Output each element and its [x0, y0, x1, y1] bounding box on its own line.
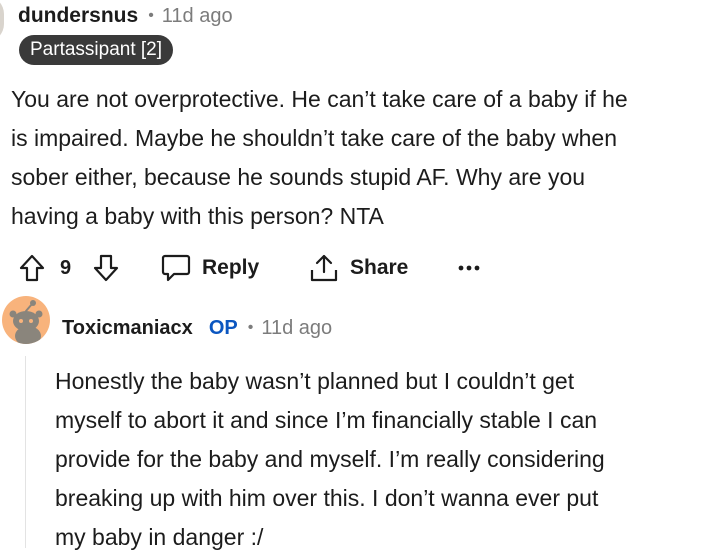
separator-dot: •	[247, 319, 254, 336]
comment-body: You are not overprotective. He can’t tak…	[11, 80, 713, 236]
downvote-arrow-icon	[93, 254, 119, 282]
downvote-button[interactable]	[92, 244, 120, 292]
comment-header: Toxicmaniacx OP • 11d ago	[62, 313, 332, 343]
comment-line: provide for the baby and myself. I’m rea…	[55, 446, 605, 472]
avatar[interactable]	[0, 0, 4, 42]
username-link[interactable]: dundersnus	[18, 4, 138, 28]
comment-actions: 9 Reply Share	[0, 244, 718, 292]
upvote-button[interactable]	[18, 244, 46, 292]
comment-line: breaking up with him over this. I don’t …	[55, 485, 599, 511]
comment-line: myself to abort it and since I’m financi…	[55, 407, 598, 433]
thread-line	[25, 356, 26, 548]
more-options-button[interactable]	[458, 244, 480, 292]
comment-line: my baby in danger :/	[55, 524, 264, 550]
share-upload-icon	[310, 254, 338, 282]
username-link[interactable]: Toxicmaniacx	[62, 317, 193, 340]
timestamp[interactable]: 11d ago	[162, 5, 233, 28]
comment-line: having a baby with this person? NTA	[11, 203, 384, 229]
reply-button[interactable]: Reply	[160, 244, 259, 292]
share-label: Share	[350, 256, 409, 279]
comment-line: You are not overprotective. He can’t tak…	[11, 86, 628, 112]
separator-dot: •	[148, 7, 154, 24]
upvote-arrow-icon	[19, 254, 45, 282]
comment-header: dundersnus • 11d ago	[18, 2, 233, 30]
ellipsis-icon	[458, 265, 480, 271]
timestamp[interactable]: 11d ago	[261, 317, 332, 340]
user-flair: Partassipant [2]	[19, 35, 174, 65]
speech-bubble-icon	[161, 254, 191, 282]
vote-count: 9	[60, 244, 71, 292]
op-badge: OP	[208, 316, 238, 339]
comment-line: sober either, because he sounds stupid A…	[11, 164, 586, 190]
comment-body: Honestly the baby wasn’t planned but I c…	[55, 362, 715, 557]
avatar[interactable]	[2, 296, 50, 344]
comment-line: is impaired. Maybe he shouldn’t take car…	[11, 125, 618, 151]
vote-count-value: 9	[60, 256, 72, 279]
share-button[interactable]: Share	[308, 244, 408, 292]
reply-label: Reply	[202, 256, 260, 279]
comment-line: Honestly the baby wasn’t planned but I c…	[55, 368, 575, 394]
snoo-avatar-icon	[9, 300, 43, 344]
